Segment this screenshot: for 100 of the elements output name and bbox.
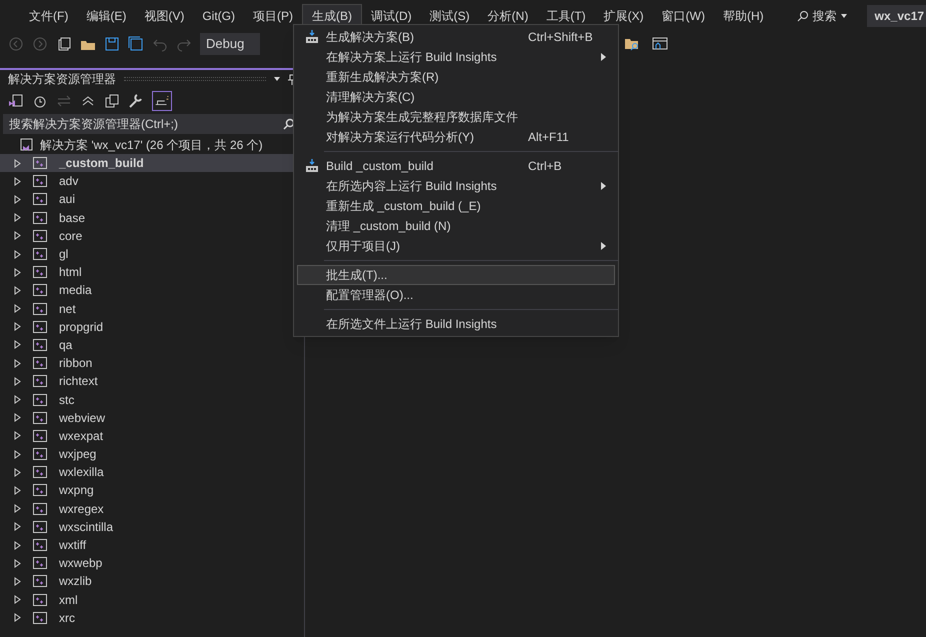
project-name: _custom_build [59, 155, 144, 172]
project-name: propgrid [59, 318, 104, 336]
menu-option[interactable]: 在解决方案上运行 Build Insights [297, 47, 615, 67]
project-name: wxtiff [59, 537, 86, 554]
project-icon [33, 412, 47, 424]
project-icon [33, 430, 47, 442]
search-icon [283, 118, 295, 130]
project-icon [33, 157, 47, 170]
menu-item[interactable]: 窗口(W) [652, 4, 714, 28]
project-row[interactable]: qa [0, 336, 304, 354]
project-name: wxjpeg [59, 446, 96, 464]
save-all-icon[interactable] [128, 36, 144, 52]
menu-item[interactable]: 工具(T) [537, 4, 595, 28]
project-name: richtext [59, 373, 98, 390]
project-icon [33, 248, 47, 260]
project-row[interactable]: wxexpat [0, 426, 304, 445]
project-row[interactable]: ribbon [0, 354, 304, 372]
copy-icon[interactable] [104, 93, 120, 109]
search-icon [796, 10, 809, 22]
submenu-arrow-icon [601, 53, 606, 61]
project-name: wxzlib [59, 573, 92, 590]
menu-item[interactable]: 帮助(H) [714, 4, 773, 28]
project-name: aui [59, 191, 76, 208]
folder-search-icon[interactable] [624, 36, 640, 52]
preview-toggle-icon[interactable] [152, 91, 172, 111]
menu-option[interactable]: 生成解决方案(B) Ctrl+Shift+B [297, 27, 615, 47]
project-row[interactable]: wxlexilla [0, 463, 304, 482]
project-name: base [59, 210, 86, 227]
project-icon [33, 266, 47, 278]
project-icon [33, 575, 47, 588]
project-row[interactable]: wxzlib [0, 572, 304, 590]
project-name: wxexpat [59, 428, 104, 445]
solution-icon[interactable] [8, 93, 24, 109]
project-icon [33, 557, 47, 570]
project-name: xrc [59, 610, 75, 627]
shortcut: Ctrl+Shift+B [528, 29, 594, 46]
project-icon [33, 338, 47, 351]
project-name: webview [59, 410, 106, 427]
project-icon [33, 394, 47, 406]
project-row[interactable]: xml [0, 590, 304, 609]
project-icon [33, 284, 47, 296]
project-icon [33, 594, 47, 606]
menu-item[interactable]: 测试(S) [420, 4, 479, 28]
submenu-arrow-icon [601, 182, 606, 190]
project-row[interactable]: stc [0, 390, 304, 409]
project-name: net [59, 300, 76, 318]
shortcut: Ctrl+B [528, 158, 563, 175]
project-icon [33, 175, 47, 188]
project-name: wxlexilla [59, 464, 104, 482]
project-icon [33, 448, 47, 460]
new-item-icon[interactable] [56, 36, 72, 52]
menu-item[interactable]: Git(G) [193, 4, 244, 28]
menu-item[interactable]: 编辑(E) [77, 4, 136, 28]
project-row[interactable]: richtext [0, 372, 304, 390]
project-row[interactable]: wxscintilla [0, 518, 304, 536]
project-name: wxpng [59, 482, 94, 500]
menu-item[interactable]: 调试(D) [362, 4, 421, 28]
solution-root[interactable]: 解决方案 'wx_vc17' (26 个项目，共 26 个) [40, 136, 263, 154]
panel-title: 解决方案资源管理器 [8, 71, 116, 88]
project-row[interactable]: wxpng [0, 481, 304, 500]
menu-item[interactable]: 分析(N) [478, 4, 538, 28]
project-name: qa [59, 336, 72, 354]
menu-option[interactable]: 批生成(T)... [297, 265, 615, 285]
project-name: stc [59, 392, 74, 409]
project-icon [33, 466, 47, 478]
project-icon [33, 212, 47, 224]
project-icon [33, 320, 47, 333]
project-row[interactable]: wxwebp [0, 554, 304, 572]
save-icon[interactable] [104, 36, 120, 52]
window-icon[interactable] [652, 36, 668, 52]
project-icon [33, 539, 47, 552]
project-name: wxscintilla [59, 518, 114, 536]
wrench-icon[interactable] [128, 93, 144, 109]
project-row[interactable]: xrc [0, 608, 304, 627]
project-name: media [59, 282, 92, 300]
menu-option[interactable]: 清理解决方案(C) [297, 87, 615, 107]
project-icon [33, 357, 47, 370]
menu-item[interactable]: 视图(V) [135, 4, 194, 28]
menu-option[interactable]: 重新生成解决方案(R) [297, 67, 615, 87]
configuration-dropdown[interactable]: Debug [200, 33, 260, 55]
project-icon [33, 502, 47, 515]
project-name: gl [59, 246, 68, 264]
dropdown-icon[interactable] [274, 77, 280, 81]
project-row[interactable]: wxjpeg [0, 445, 304, 464]
shortcut: Alt+F11 [528, 129, 570, 146]
menu-item[interactable]: 项目(P) [244, 4, 302, 28]
solution-icon[interactable] [18, 137, 34, 153]
project-name: wxwebp [59, 555, 102, 572]
project-row[interactable]: webview [0, 408, 304, 427]
project-icon [33, 484, 47, 496]
project-name: html [59, 264, 82, 282]
project-row[interactable]: wxregex [0, 500, 304, 518]
project-name: ribbon [59, 355, 92, 372]
search-button[interactable]: 搜索 [788, 6, 855, 24]
project-name: xml [59, 592, 78, 609]
project-row[interactable]: wxtiff [0, 536, 304, 554]
pin-icon[interactable] [288, 74, 296, 84]
submenu-arrow-icon [601, 242, 606, 250]
menu-item[interactable]: 文件(F) [20, 4, 78, 28]
menu-item[interactable]: 扩展(X) [594, 4, 653, 28]
